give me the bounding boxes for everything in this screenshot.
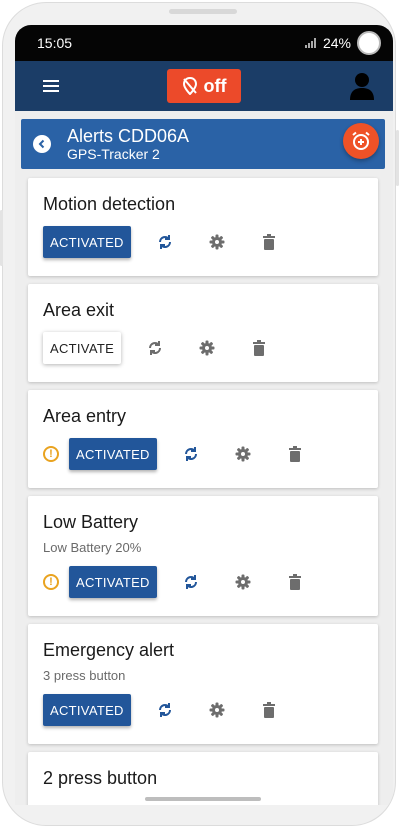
activate-button[interactable]: ACTIVATED (69, 438, 157, 470)
refresh-icon (149, 341, 162, 355)
warning-icon: ! (43, 446, 59, 462)
add-alarm-button[interactable] (343, 123, 379, 159)
trash-icon (253, 340, 266, 356)
activate-button[interactable]: ACTIVATED (43, 694, 131, 726)
refresh-button[interactable] (155, 232, 175, 252)
chevron-left-icon (38, 139, 45, 149)
activate-button[interactable]: ACTIVATED (43, 226, 131, 258)
alert-card: Area exit ACTIVATE (28, 284, 378, 382)
add-alarm-icon (352, 131, 370, 150)
settings-button[interactable] (207, 700, 227, 720)
battery-percent: 24% (322, 35, 351, 51)
trash-icon (288, 574, 301, 590)
refresh-icon (158, 703, 171, 717)
delete-button[interactable] (259, 232, 279, 252)
title-bar: Alerts CDD06A GPS-Tracker 2 (21, 119, 385, 169)
alert-card: Low Battery Low Battery 20% ! ACTIVATED (28, 496, 378, 616)
delete-button[interactable] (285, 444, 305, 464)
camera-icon (357, 31, 381, 55)
alert-card: Area entry ! ACTIVATED (28, 390, 378, 488)
settings-button[interactable] (233, 444, 253, 464)
back-button[interactable] (33, 135, 51, 153)
home-indicator[interactable] (145, 797, 261, 801)
phone-side-button (396, 130, 399, 186)
app-bar: off (15, 61, 393, 111)
gear-icon (209, 234, 225, 250)
page-title: Alerts CDD06A (67, 125, 190, 146)
status-time: 15:05 (37, 35, 73, 51)
activate-button[interactable]: ACTIVATED (69, 566, 157, 598)
alert-card: Emergency alert 3 press button ACTIVATED (28, 624, 378, 744)
alert-name: 2 press button (43, 768, 158, 788)
signal-icon (304, 38, 316, 48)
alert-name: Low Battery (43, 512, 139, 532)
refresh-icon (184, 575, 197, 589)
alert-subtitle: 3 press button (43, 668, 126, 683)
phone-side-button (0, 210, 3, 266)
alert-name: Area exit (43, 300, 115, 320)
page-subtitle: GPS-Tracker 2 (67, 146, 160, 163)
alert-name: Emergency alert (43, 640, 175, 660)
gear-icon (209, 702, 225, 718)
gear-icon (235, 446, 251, 462)
settings-button[interactable] (207, 232, 227, 252)
off-button[interactable]: off (167, 69, 241, 103)
alert-name: Area entry (43, 406, 127, 426)
delete-button[interactable] (285, 572, 305, 592)
phone-speaker (169, 9, 237, 14)
settings-button[interactable] (233, 572, 253, 592)
refresh-icon (158, 235, 171, 249)
refresh-icon (184, 447, 197, 461)
menu-icon[interactable] (43, 80, 59, 92)
off-label: off (203, 75, 227, 96)
alert-name: Motion detection (43, 194, 176, 214)
alerts-list: Motion detection ACTIVATED Area exit ACT… (28, 178, 378, 805)
alert-card: Motion detection ACTIVATED (28, 178, 378, 276)
alert-subtitle: Low Battery 20% (43, 540, 142, 555)
refresh-button[interactable] (155, 700, 175, 720)
trash-icon (288, 446, 301, 462)
user-icon[interactable] (349, 72, 375, 100)
trash-icon (262, 702, 275, 718)
refresh-button[interactable] (181, 572, 201, 592)
delete-button[interactable] (259, 700, 279, 720)
refresh-button[interactable] (145, 338, 165, 358)
pin-off-icon (182, 77, 197, 95)
phone-frame: 15:05 24% off Alerts CDD06A GPS-Tracker … (2, 2, 396, 826)
warning-icon: ! (43, 574, 59, 590)
gear-icon (235, 574, 251, 590)
status-icons: 24% (304, 31, 381, 55)
screen: 15:05 24% off Alerts CDD06A GPS-Tracker … (15, 25, 393, 805)
settings-button[interactable] (197, 338, 217, 358)
gear-icon (199, 340, 215, 356)
trash-icon (262, 234, 275, 250)
status-bar: 15:05 24% (15, 25, 393, 61)
activate-button[interactable]: ACTIVATE (43, 332, 122, 364)
delete-button[interactable] (249, 338, 269, 358)
refresh-button[interactable] (181, 444, 201, 464)
